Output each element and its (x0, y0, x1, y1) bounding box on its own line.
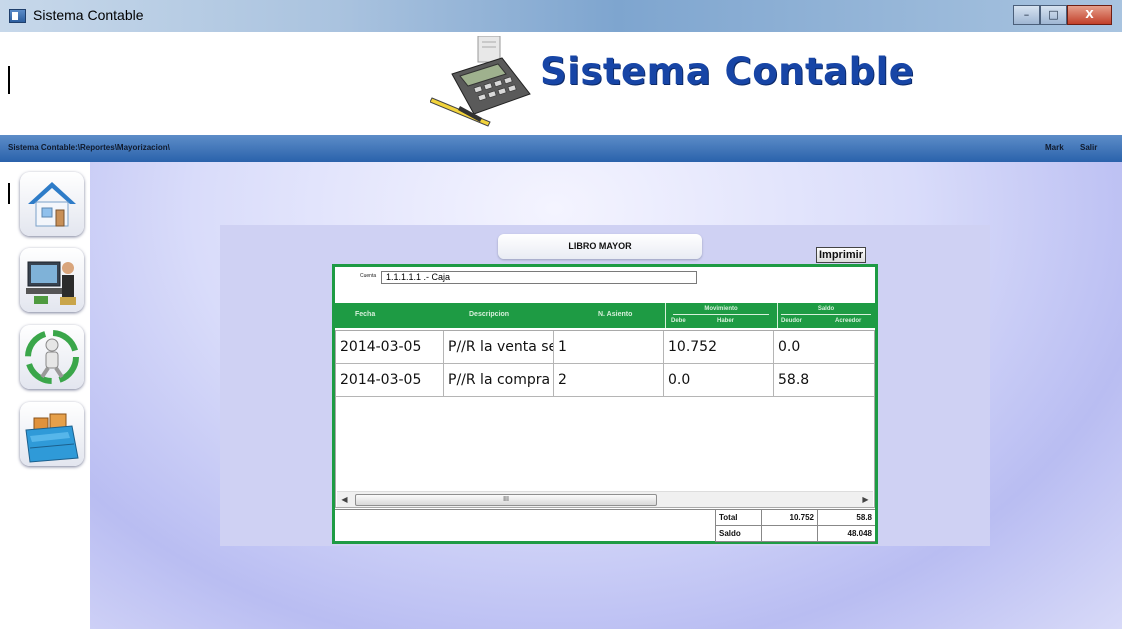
column-header-asiento[interactable]: N. Asiento (598, 311, 632, 318)
header-rule (673, 314, 769, 315)
header-rule (781, 314, 871, 315)
scroll-thumb[interactable]: III (355, 494, 657, 506)
sidebar-item-accounting[interactable] (20, 248, 84, 312)
sidebar-item-reports[interactable] (20, 402, 84, 466)
table-row[interactable]: 2014-03-05 P//R la compra ... 2 0.0 58.8 (336, 364, 874, 397)
app-icon (9, 9, 26, 23)
minimize-button[interactable]: – (1013, 5, 1040, 25)
total-debe-value: 10.752 (761, 510, 817, 526)
cell-movimiento: 0.0 (664, 364, 774, 396)
total-haber-value: 58.8 (817, 510, 875, 526)
column-header-acreedor[interactable]: Acreedor (835, 318, 861, 324)
home-icon (28, 182, 76, 227)
logout-link[interactable]: Salir (1080, 143, 1097, 152)
cell-saldo: 58.8 (778, 372, 810, 388)
file-cabinet-icon (25, 413, 79, 463)
cell-descripcion: P//R la compra ... (444, 364, 554, 396)
column-header-deudor[interactable]: Deudor (781, 318, 802, 324)
account-label: Cuenta (360, 273, 377, 279)
column-group-movimiento: Movimiento (667, 305, 775, 315)
total-label: Total (715, 510, 761, 526)
ledger-table: 2014-03-05 P//R la venta se... 1 10.752 … (335, 330, 875, 508)
breadcrumb: Sistema Contable:\Reportes\Mayorizacion\ (8, 143, 170, 152)
calculator-logo-icon (430, 36, 531, 127)
sidebar-item-process[interactable] (20, 325, 84, 389)
column-header-debe[interactable]: Debe (671, 318, 686, 324)
cell-fecha: 2014-03-05 (336, 364, 444, 396)
column-header-haber[interactable]: Haber (717, 318, 734, 324)
column-group-saldo: Saldo (777, 305, 875, 315)
saldo-value: 48.048 (817, 526, 875, 542)
edge-mark (8, 66, 10, 90)
account-field[interactable]: 1.1.1.1.1 .- Caja (381, 271, 697, 284)
table-row[interactable]: 2014-03-05 P//R la venta se... 1 10.752 … (336, 331, 874, 364)
cell-asiento: 2 (554, 364, 664, 396)
scroll-left-icon[interactable]: ◀ (337, 492, 352, 508)
saldo-empty-cell (761, 526, 817, 542)
window-titlebar[interactable]: Sistema Contable – □ X (0, 0, 1122, 32)
horizontal-scrollbar[interactable]: ◀ III ▶ (337, 491, 873, 507)
nav-bar: Sistema Contable:\Reportes\Mayorizacion\… (0, 135, 1122, 162)
totals-section: Total 10.752 58.8 Saldo 48.048 (335, 509, 875, 542)
saldo-label: Saldo (715, 526, 761, 542)
window-title: Sistema Contable (33, 7, 144, 23)
cell-saldo: 0.0 (778, 339, 801, 355)
print-button[interactable]: Imprimir (816, 247, 866, 263)
column-header-movimiento: Movimiento (704, 306, 738, 312)
column-header-descripcion[interactable]: Descripcion (469, 311, 509, 318)
brand-title: Sistema Contable (540, 50, 915, 93)
scroll-right-icon[interactable]: ▶ (858, 492, 873, 508)
header-divider (665, 303, 666, 328)
cell-asiento: 1 (554, 331, 664, 363)
ledger-report: Cuenta 1.1.1.1.1 .- Caja Fecha Descripci… (332, 264, 878, 544)
recycle-person-icon (25, 330, 79, 384)
accounting-user-icon (26, 261, 76, 305)
report-title: LIBRO MAYOR (498, 234, 702, 259)
cell-movimiento: 10.752 (664, 331, 774, 363)
table-header: Fecha Descripcion N. Asiento Movimiento … (335, 303, 875, 328)
cell-fecha: 2014-03-05 (336, 331, 444, 363)
window-controls: – □ X (1013, 5, 1112, 25)
maximize-button[interactable]: □ (1040, 5, 1067, 25)
column-header-fecha[interactable]: Fecha (355, 311, 375, 318)
sidebar-item-home[interactable] (20, 172, 84, 236)
column-header-saldo: Saldo (817, 306, 835, 312)
edge-mark (8, 183, 10, 204)
close-button[interactable]: X (1067, 5, 1112, 25)
cell-descripcion: P//R la venta se... (444, 331, 554, 363)
header-banner: Sistema Contable (0, 32, 1122, 135)
user-name[interactable]: Mark (1045, 143, 1064, 152)
